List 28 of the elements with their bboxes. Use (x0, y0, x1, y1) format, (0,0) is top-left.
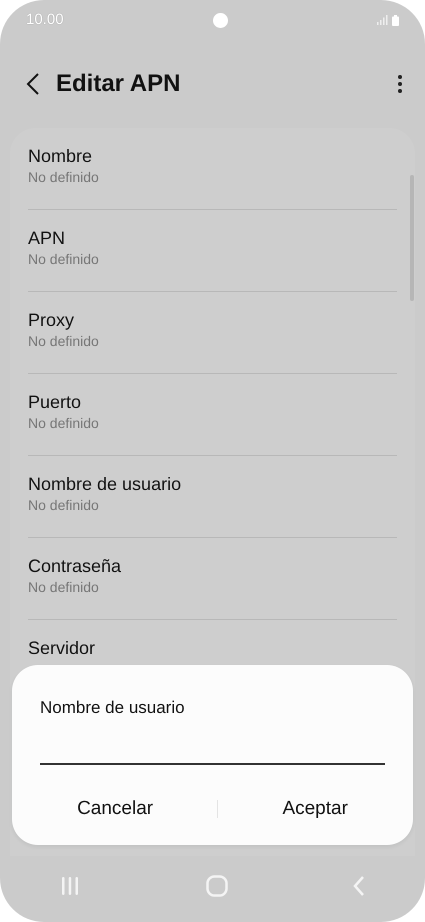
setting-value: No definido (28, 250, 100, 268)
setting-title: Puerto (28, 391, 82, 414)
page-title: Editar APN (56, 69, 182, 99)
more-options-button[interactable] (397, 72, 403, 96)
setting-title: Nombre (28, 145, 94, 168)
setting-item[interactable]: Contraseña No definido (10, 538, 415, 619)
cancel-button[interactable]: Cancelar (67, 788, 164, 829)
battery-icon (392, 14, 399, 26)
dialog-title: Nombre de usuario (40, 697, 186, 719)
setting-item[interactable]: Nombre de usuario No definido (10, 456, 415, 537)
back-button[interactable] (26, 72, 40, 96)
camera-icon (212, 12, 228, 28)
setting-value: No definido (28, 168, 100, 186)
setting-item[interactable]: APN No definido (10, 210, 415, 291)
setting-item[interactable]: Proxy No definido (10, 292, 415, 373)
setting-value: No definido (28, 414, 100, 432)
setting-title: Contraseña (28, 555, 122, 578)
setting-item[interactable]: Nombre No definido (10, 128, 415, 209)
accept-button[interactable]: Aceptar (272, 788, 358, 829)
setting-title: APN (28, 227, 66, 250)
setting-title: Servidor (28, 637, 96, 660)
setting-title: Nombre de usuario (28, 473, 182, 496)
setting-value: No definido (28, 332, 100, 350)
setting-item[interactable]: Puerto No definido (10, 374, 415, 455)
setting-title: Proxy (28, 309, 76, 332)
setting-value: No definido (28, 496, 100, 514)
setting-value: No definido (28, 578, 100, 596)
signal-icon (376, 15, 388, 25)
